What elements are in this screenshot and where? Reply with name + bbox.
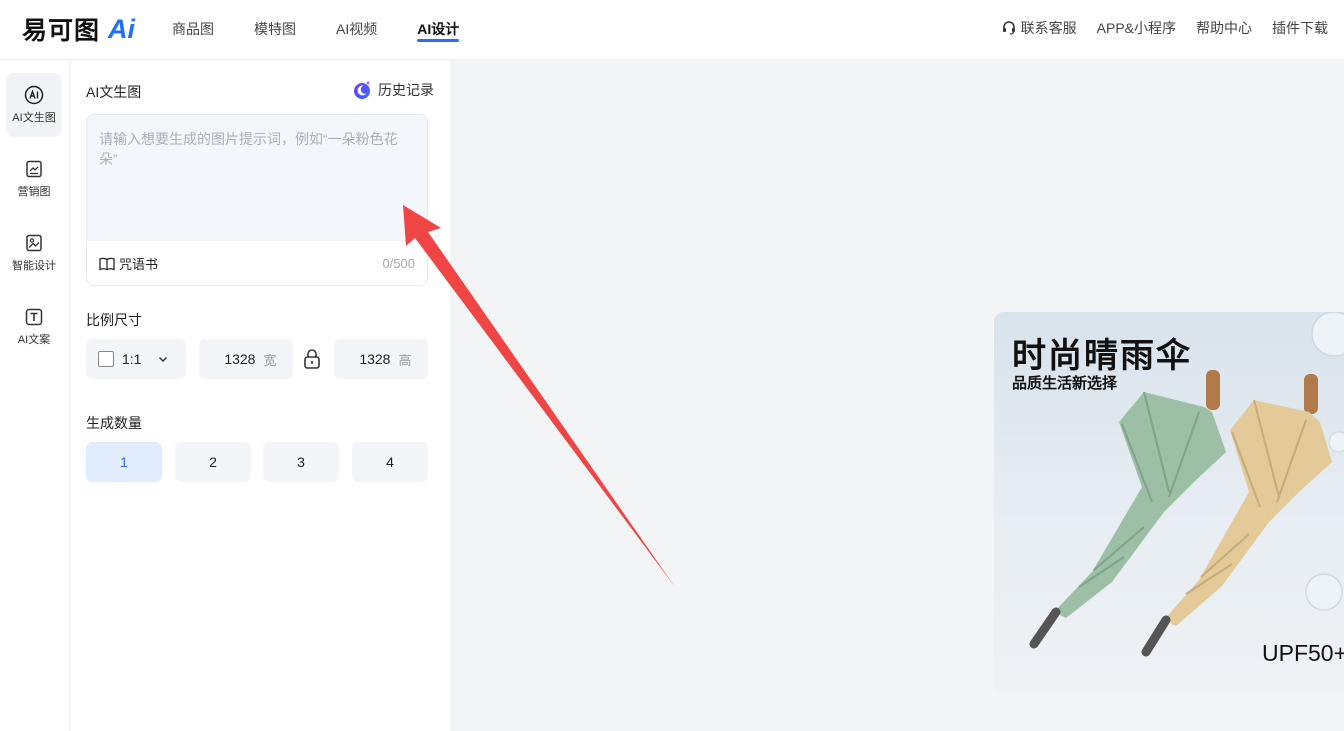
sidebar-label: 智能设计 xyxy=(12,260,56,272)
nav-model-image[interactable]: 模特图 xyxy=(254,0,296,60)
marketing-image-icon xyxy=(26,160,42,178)
sidebar-item-smart-design[interactable]: 智能设计 xyxy=(6,221,62,285)
char-counter: 0/500 xyxy=(382,256,415,271)
sidebar-label: 营销图 xyxy=(17,186,51,198)
spellbook-label: 咒语书 xyxy=(119,257,159,272)
prompt-box: 咒语书 0/500 xyxy=(86,114,428,286)
app-link[interactable]: APP&小程序 xyxy=(1097,18,1176,38)
nav-product-image[interactable]: 商品图 xyxy=(172,0,214,60)
logo-ai: Ai xyxy=(108,13,136,44)
main-nav: 商品图 模特图 AI视频 AI设计 xyxy=(172,0,460,60)
nav-ai-design[interactable]: AI设计 xyxy=(417,0,460,60)
width-unit: 宽 xyxy=(263,352,277,368)
tool-sidebar: AI文生图 营销图 智能设计 AI文案 xyxy=(0,60,70,731)
headset-icon xyxy=(1002,21,1015,35)
ratio-square-icon xyxy=(98,351,114,367)
count-option-4[interactable]: 4 xyxy=(352,442,428,482)
poster-subtitle: 品质生活新选择 xyxy=(1012,375,1118,392)
poster-title: 时尚晴雨伞 xyxy=(1012,337,1192,375)
history-moon-icon xyxy=(354,81,370,99)
width-field: 宽 xyxy=(199,339,293,379)
spellbook-button[interactable]: 咒语书 xyxy=(99,254,158,273)
sidebar-item-ai-copywriting[interactable]: AI文案 xyxy=(6,295,62,359)
help-link[interactable]: 帮助中心 xyxy=(1196,18,1252,38)
nav-ai-video[interactable]: AI视频 xyxy=(336,0,377,60)
poster-upf-badge: UPF50+ xyxy=(1262,640,1344,666)
height-input[interactable] xyxy=(350,351,391,367)
support-link[interactable]: 联系客服 xyxy=(1001,18,1077,38)
chevron-down-icon xyxy=(159,356,168,363)
sidebar-item-ai-text-to-image[interactable]: AI文生图 xyxy=(6,73,62,137)
count-section-title: 生成数量 xyxy=(86,415,142,431)
ratio-select[interactable]: 1:1 xyxy=(86,339,186,379)
count-option-1[interactable]: 1 xyxy=(86,442,162,482)
app-logo[interactable]: 易可图 Ai xyxy=(22,13,136,46)
sidebar-item-marketing[interactable]: 营销图 xyxy=(6,147,62,211)
ratio-section-title: 比例尺寸 xyxy=(86,312,142,328)
height-field: 高 xyxy=(334,339,428,379)
width-input[interactable] xyxy=(215,351,256,367)
panel-title: AI文生图 xyxy=(86,84,142,100)
open-book-icon xyxy=(99,257,115,270)
top-bar: 易可图 Ai 商品图 模特图 AI视频 AI设计 联系客服 APP&小程序 帮助… xyxy=(0,0,1344,60)
sidebar-label: AI文生图 xyxy=(12,112,56,124)
sidebar-label: AI文案 xyxy=(17,334,51,346)
count-option-2[interactable]: 2 xyxy=(175,442,251,482)
settings-panel: AI文生图 历史记录 咒语书 0/500 比例尺寸 1:1 宽 高 生成数量 1… xyxy=(70,60,450,731)
example-poster: 时尚晴雨伞 品质生活新选择 UPF50+ xyxy=(994,312,1344,692)
ratio-value: 1:1 xyxy=(122,351,142,367)
text-t-icon xyxy=(25,308,43,326)
header-links: 联系客服 APP&小程序 帮助中心 插件下载 xyxy=(1001,0,1328,56)
history-label: 历史记录 xyxy=(378,82,434,98)
aspect-lock-icon[interactable] xyxy=(303,348,321,370)
height-unit: 高 xyxy=(398,352,412,368)
plugin-link[interactable]: 插件下载 xyxy=(1272,18,1328,38)
support-label: 联系客服 xyxy=(1020,20,1077,36)
logo-text: 易可图 xyxy=(22,17,101,45)
prompt-input[interactable] xyxy=(87,115,427,241)
history-button[interactable]: 历史记录 xyxy=(352,80,434,100)
count-option-3[interactable]: 3 xyxy=(263,442,339,482)
ai-circle-icon xyxy=(24,85,44,105)
smart-design-icon xyxy=(26,234,42,252)
